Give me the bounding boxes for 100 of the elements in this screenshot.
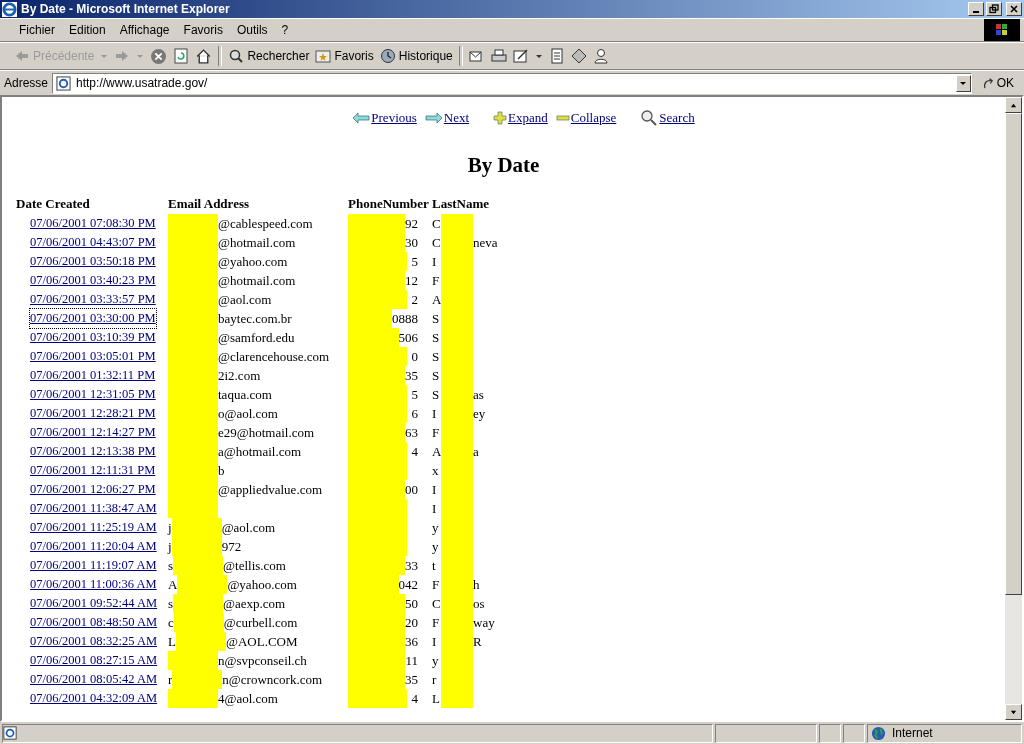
caret-icon	[959, 79, 968, 87]
close-button[interactable]	[1006, 2, 1022, 16]
minimize-button[interactable]	[968, 2, 984, 16]
date-link[interactable]: 07/06/2001 12:31:05 PM	[30, 385, 156, 404]
search-button[interactable]: Rechercher	[228, 48, 310, 64]
date-link[interactable]: 07/06/2001 12:14:27 PM	[30, 423, 156, 442]
date-link[interactable]: 07/06/2001 11:38:47 AM	[30, 499, 157, 518]
date-link[interactable]: 07/06/2001 08:48:50 AM	[30, 613, 158, 632]
name-fragment: I	[432, 633, 438, 651]
mail-icon[interactable]	[468, 48, 485, 64]
date-link[interactable]: 07/06/2001 12:06:27 PM	[30, 480, 156, 499]
phone-fragment: 35	[405, 367, 418, 385]
date-link[interactable]: 07/06/2001 04:32:09 AM	[30, 689, 158, 708]
menu-item[interactable]: Outils	[229, 23, 275, 37]
home-icon[interactable]	[195, 47, 213, 65]
email-fragment: A	[168, 576, 178, 594]
email-fragment: j	[168, 519, 172, 537]
date-link[interactable]: 07/06/2001 08:32:25 AM	[30, 632, 158, 651]
email-fragment: @tellis.com	[223, 557, 286, 575]
email-fragment: b	[218, 462, 225, 480]
date-link[interactable]: 07/06/2001 08:05:42 AM	[30, 670, 158, 689]
nav-link[interactable]: Search	[659, 110, 695, 126]
email-fragment: 972	[221, 538, 242, 556]
name-fragment: I	[432, 481, 438, 499]
phone-fragment: 00	[405, 481, 418, 499]
print-icon[interactable]	[490, 48, 507, 64]
phone-fragment: 36	[405, 633, 418, 651]
scroll-up-icon[interactable]	[1010, 101, 1017, 109]
name-fragment: ey	[473, 405, 486, 423]
date-link[interactable]: 07/06/2001 11:00:36 AM	[30, 575, 157, 594]
date-link[interactable]: 07/06/2001 03:50:18 PM	[30, 252, 156, 271]
page-icon	[56, 75, 72, 91]
name-fragment: S	[432, 329, 441, 347]
favorites-button[interactable]: Favoris	[315, 48, 374, 64]
status-pane	[843, 723, 865, 743]
email-fragment: @aexp.com	[223, 595, 286, 613]
scroll-down-icon[interactable]	[1010, 708, 1017, 716]
name-fragment: C	[432, 215, 441, 233]
name-fragment: os	[473, 595, 485, 613]
address-field[interactable]: http://www.usatrade.gov/	[52, 72, 972, 94]
dropdown-button[interactable]	[955, 74, 971, 92]
menu-item[interactable]: ?	[274, 23, 296, 37]
scrollbar[interactable]	[1005, 97, 1022, 720]
email-fragment: L	[168, 633, 176, 651]
stop-icon[interactable]	[150, 47, 168, 65]
date-link[interactable]: 07/06/2001 08:27:15 AM	[30, 651, 158, 670]
refresh-icon[interactable]	[173, 48, 190, 64]
nav-link[interactable]: Previous	[371, 110, 417, 126]
date-link[interactable]: 07/06/2001 12:11:31 PM	[30, 461, 156, 480]
nav-link[interactable]: Expand	[508, 110, 548, 126]
date-link[interactable]: 07/06/2001 12:28:21 PM	[30, 404, 156, 423]
date-link[interactable]: 07/06/2001 12:13:38 PM	[30, 442, 156, 461]
date-link[interactable]: 07/06/2001 03:05:01 PM	[30, 347, 156, 366]
email-fragment: @aol.com	[218, 291, 272, 309]
email-fragment: @hotmail.com	[218, 234, 296, 252]
name-fragment: C	[432, 234, 441, 252]
date-link[interactable]: 07/06/2001 03:33:57 PM	[30, 290, 156, 309]
date-link[interactable]: 07/06/2001 11:25:19 AM	[30, 518, 157, 537]
date-link[interactable]: 07/06/2001 07:08:30 PM	[30, 214, 156, 233]
email-fragment: 2i2.com	[218, 367, 261, 385]
redaction-mark	[441, 689, 473, 708]
phone-fragment: 6	[411, 405, 418, 423]
name-fragment: r	[432, 671, 438, 689]
document-icon[interactable]	[548, 48, 565, 64]
name-fragment: I	[432, 405, 438, 423]
history-button[interactable]: Historique	[379, 48, 453, 64]
menu-item[interactable]: Fichier	[12, 23, 62, 37]
go-button[interactable]: OK	[975, 76, 1020, 90]
menu-item[interactable]: Edition	[62, 23, 113, 37]
windows-logo-icon	[984, 19, 1020, 41]
name-fragment: a	[473, 443, 479, 461]
email-fragment: @hotmail.com	[218, 272, 296, 290]
phone-fragment: 33	[405, 557, 418, 575]
phone-fragment: 4	[411, 443, 418, 461]
minus-icon	[555, 114, 570, 122]
date-link[interactable]: 07/06/2001 04:43:07 PM	[30, 233, 156, 252]
date-link[interactable]: 07/06/2001 09:52:44 AM	[30, 594, 158, 613]
name-fragment: C	[432, 595, 441, 613]
date-link[interactable]: 07/06/2001 03:30:00 PM	[30, 309, 156, 328]
date-link[interactable]: 07/06/2001 03:40:23 PM	[30, 271, 156, 290]
restore-icon	[989, 4, 999, 14]
restore-button[interactable]	[986, 2, 1002, 16]
plus-icon	[493, 111, 508, 125]
date-link[interactable]: 07/06/2001 11:19:07 AM	[30, 556, 157, 575]
menu-item[interactable]: Affichage	[112, 23, 177, 37]
menu-item[interactable]: Favoris	[176, 23, 230, 37]
nav-link[interactable]: Collapse	[570, 110, 617, 126]
page-icon	[3, 726, 17, 740]
name-fragment: y	[432, 652, 440, 670]
date-link[interactable]: 07/06/2001 03:10:39 PM	[30, 328, 156, 347]
dropdown-arrow-icon[interactable]	[534, 52, 543, 60]
name-fragment: neva	[473, 234, 498, 252]
user-icon[interactable]	[592, 48, 609, 64]
date-link[interactable]: 07/06/2001 01:32:11 PM	[30, 366, 156, 385]
name-fragment: S	[432, 367, 441, 385]
phone-fragment: 20	[405, 614, 418, 632]
date-link[interactable]: 07/06/2001 11:20:04 AM	[30, 537, 157, 556]
nav-link[interactable]: Next	[443, 110, 470, 126]
redaction-mark	[348, 689, 407, 708]
edit-icon[interactable]	[512, 48, 529, 64]
